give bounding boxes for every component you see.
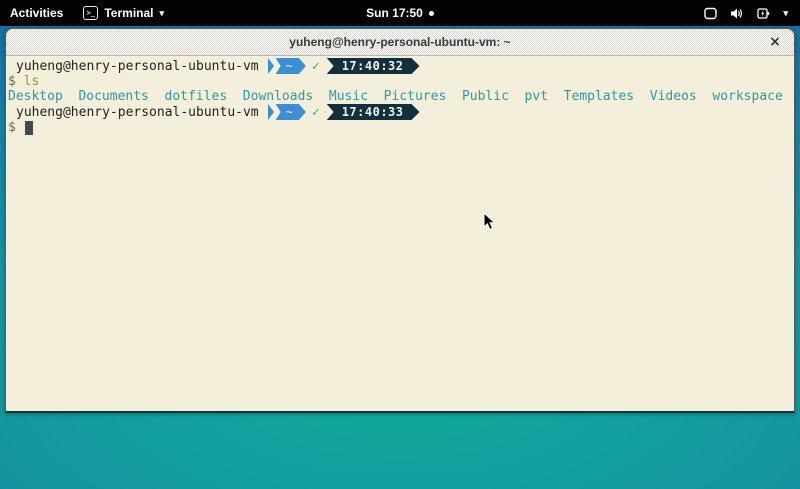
prompt-symbol: $ bbox=[8, 120, 16, 135]
top-bar: Activities >_ Terminal ▾ Sun 17:50 ▾ bbox=[0, 0, 800, 26]
prompt-path-segment: ~ bbox=[276, 58, 306, 74]
display-icon bbox=[704, 7, 717, 20]
prompt-path-segment: ~ bbox=[276, 104, 306, 120]
prompt-host: yuheng@henry-personal-ubuntu-vm bbox=[16, 59, 259, 74]
command-line: $ ls bbox=[8, 74, 792, 89]
prompt-time-segment: 17:40:33 bbox=[327, 104, 420, 120]
directory-name: Public bbox=[462, 89, 509, 104]
window-title: yuheng@henry-personal-ubuntu-vm: ~ bbox=[289, 35, 510, 49]
directory-name: Downloads bbox=[243, 89, 313, 104]
top-bar-left: Activities >_ Terminal ▾ bbox=[0, 0, 174, 26]
ls-output-line: Desktop Documents dotfiles Downloads Music Pi… bbox=[8, 89, 792, 104]
desktop: { "top_bar": { "activities_label": "Acti… bbox=[0, 0, 800, 489]
current-input-line: $ bbox=[8, 120, 792, 135]
prompt-time-segment: 17:40:32 bbox=[327, 58, 420, 74]
directory-name: pvt bbox=[525, 89, 548, 104]
clock-label[interactable]: Sun 17:50 bbox=[366, 6, 423, 20]
close-button[interactable]: × bbox=[766, 33, 784, 51]
terminal-window: yuheng@henry-personal-ubuntu-vm: ~ × yuh… bbox=[5, 28, 795, 413]
battery-charging-icon bbox=[757, 7, 770, 20]
volume-icon bbox=[730, 7, 744, 20]
activities-button[interactable]: Activities bbox=[0, 0, 73, 26]
command-text: ls bbox=[24, 74, 40, 89]
prompt-line-1: yuheng@henry-personal-ubuntu-vm ~ ✓ 17:4… bbox=[8, 58, 792, 74]
app-menu-terminal[interactable]: >_ Terminal ▾ bbox=[73, 0, 174, 26]
directory-name: Documents bbox=[78, 89, 148, 104]
system-tray[interactable]: ▾ bbox=[692, 0, 800, 26]
directory-name: Pictures bbox=[384, 89, 447, 104]
directory-name: Videos bbox=[650, 89, 697, 104]
chevron-down-icon: ▾ bbox=[159, 9, 164, 18]
powerline-arrow-icon bbox=[268, 58, 274, 74]
terminal-content[interactable]: yuheng@henry-personal-ubuntu-vm ~ ✓ 17:4… bbox=[6, 56, 794, 413]
prompt-line-2: yuheng@henry-personal-ubuntu-vm ~ ✓ 17:4… bbox=[8, 104, 792, 120]
app-menu-label: Terminal bbox=[104, 6, 153, 20]
directory-name: dotfiles bbox=[165, 89, 228, 104]
text-cursor bbox=[25, 121, 33, 135]
directory-name: Desktop bbox=[8, 89, 63, 104]
activities-label: Activities bbox=[10, 6, 63, 20]
notification-dot-icon bbox=[429, 11, 434, 16]
powerline-arrow-icon bbox=[268, 104, 274, 120]
directory-name: Templates bbox=[564, 89, 634, 104]
directory-name: workspace bbox=[712, 89, 782, 104]
prompt-symbol: $ bbox=[8, 74, 16, 89]
prompt-host: yuheng@henry-personal-ubuntu-vm bbox=[16, 105, 259, 120]
status-check-icon: ✓ bbox=[312, 59, 320, 74]
window-titlebar[interactable]: yuheng@henry-personal-ubuntu-vm: ~ × bbox=[6, 29, 794, 56]
terminal-icon: >_ bbox=[83, 6, 98, 20]
status-check-icon: ✓ bbox=[312, 105, 320, 120]
tray-chevron-down-icon: ▾ bbox=[783, 9, 788, 18]
directory-name: Music bbox=[329, 89, 368, 104]
